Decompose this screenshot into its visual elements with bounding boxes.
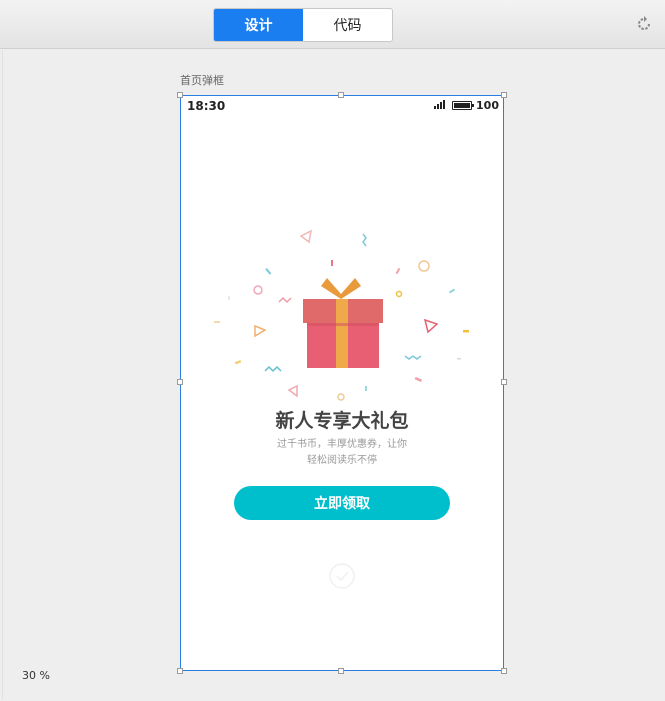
popup-title: 新人专享大礼包 <box>275 410 409 432</box>
tab-design[interactable]: 设计 <box>214 9 303 41</box>
status-time: 18:30 <box>187 99 226 113</box>
desc-line-2: 轻松阅读乐不停 <box>307 455 377 466</box>
confetti <box>423 318 439 334</box>
confetti <box>331 260 333 266</box>
confetti <box>253 285 263 295</box>
tab-code[interactable]: 代码 <box>303 9 392 41</box>
claim-now-button[interactable]: 立即领取 <box>234 486 450 520</box>
resize-handle-top-left[interactable] <box>177 92 183 98</box>
frame-label: 首页弹框 <box>180 74 224 87</box>
gift-bow <box>341 278 361 299</box>
confetti <box>254 324 267 338</box>
confetti <box>362 233 367 247</box>
confetti <box>278 296 292 304</box>
battery-level: 100 <box>476 99 499 112</box>
refresh-icon[interactable] <box>634 14 654 34</box>
gift-illustration <box>181 226 503 406</box>
artboard-frame[interactable]: 18:30 100 新人专享大礼包 过千书币，丰厚优惠券，让你 轻松阅读乐不停 … <box>180 95 504 671</box>
confetti <box>234 360 242 365</box>
confetti <box>265 268 272 275</box>
confetti <box>214 321 220 323</box>
confetti <box>414 376 423 383</box>
confetti <box>395 290 403 298</box>
top-toolbar: 设计 代码 <box>0 0 665 49</box>
gift-bow <box>321 278 341 299</box>
zoom-level[interactable]: 30 % <box>22 669 50 682</box>
confetti <box>365 386 367 391</box>
resize-handle-bottom-left[interactable] <box>177 668 183 674</box>
gift-ribbon <box>336 299 348 368</box>
signal-icon <box>434 99 448 112</box>
confetti <box>228 296 230 300</box>
confetti <box>457 358 461 360</box>
mode-switch: 设计 代码 <box>213 8 393 42</box>
desc-line-1: 过千书币，丰厚优惠券，让你 <box>277 439 407 450</box>
confetti <box>395 267 401 275</box>
gift-icon <box>214 229 469 401</box>
battery-icon <box>452 101 475 110</box>
confetti <box>463 330 469 333</box>
confetti <box>337 393 345 401</box>
resize-handle-bottom-right[interactable] <box>501 668 507 674</box>
resize-handle-left[interactable] <box>177 379 183 385</box>
confetti <box>299 229 313 244</box>
status-right: 100 <box>434 99 499 112</box>
close-circle-icon[interactable] <box>328 562 356 590</box>
confetti <box>418 260 430 272</box>
popup-description: 过千书币，丰厚优惠券，让你 轻松阅读乐不停 <box>181 437 503 469</box>
confetti <box>448 288 456 294</box>
resize-handle-right[interactable] <box>501 379 507 385</box>
resize-handle-top-right[interactable] <box>501 92 507 98</box>
resize-handle-bottom[interactable] <box>338 668 344 674</box>
confetti <box>264 365 282 373</box>
confetti <box>287 384 298 398</box>
confetti <box>404 355 422 360</box>
resize-handle-top[interactable] <box>338 92 344 98</box>
